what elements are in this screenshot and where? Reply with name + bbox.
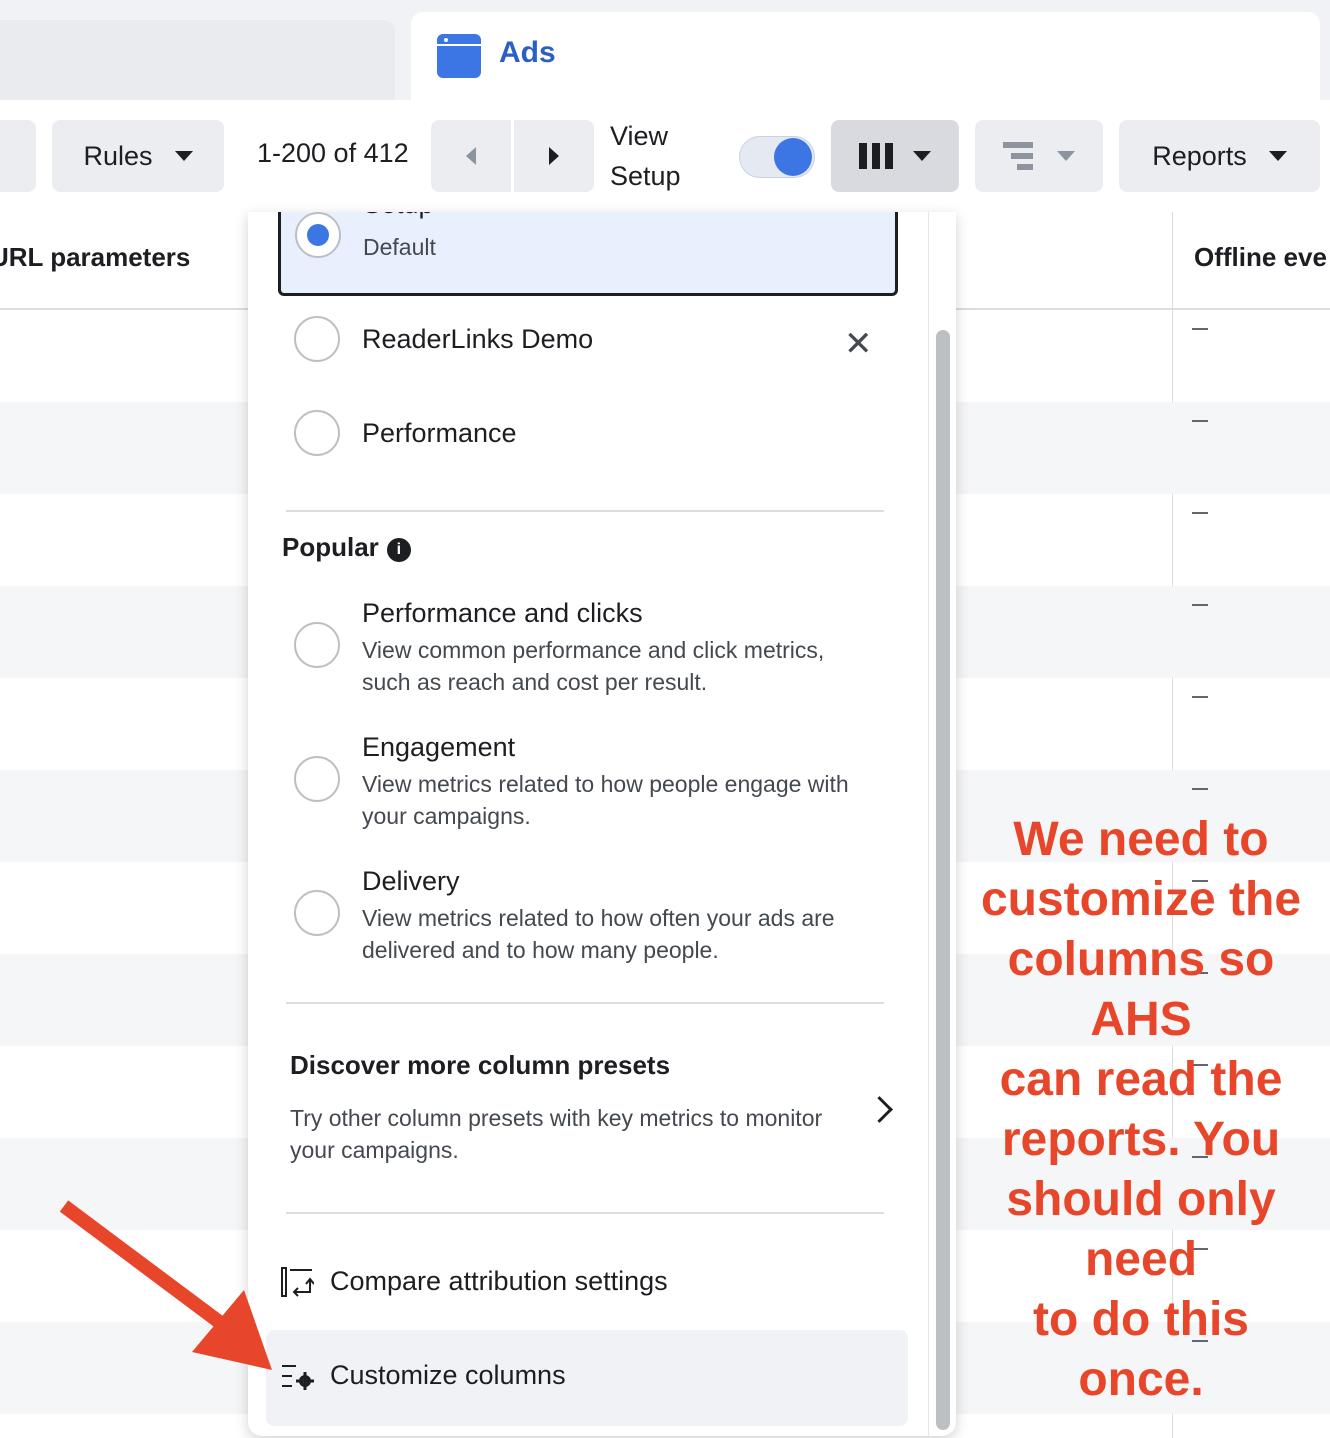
breakdown-icon	[1003, 142, 1033, 170]
tab-ads[interactable]: Ads	[411, 12, 1320, 112]
radio-button[interactable]	[294, 622, 340, 668]
radio-button[interactable]	[294, 890, 340, 936]
annotation-note: We need to customize the columns so AHS …	[980, 813, 1302, 1406]
pagination-range: 1-200 of 412	[257, 138, 409, 168]
tab-campaigns[interactable]	[0, 20, 395, 110]
radio-button[interactable]	[294, 410, 340, 456]
menu-scrollbar[interactable]	[936, 330, 950, 1430]
chevron-right-icon	[866, 1096, 893, 1123]
radio-selected[interactable]	[295, 212, 341, 258]
toolbar: Rules 1-200 of 412 View Setup Reports	[0, 100, 1330, 212]
preset-subtitle: Default	[363, 234, 436, 260]
radio-button[interactable]	[294, 756, 340, 802]
caret-down-icon	[1268, 151, 1287, 161]
view-setup-toggle[interactable]	[739, 136, 815, 178]
close-icon[interactable]: ✕	[844, 324, 873, 364]
empty-cell	[1192, 696, 1208, 698]
caret-down-icon	[1057, 151, 1075, 161]
customize-columns-item[interactable]: Customize columns	[266, 1330, 908, 1426]
compare-attribution-icon	[281, 1267, 314, 1297]
preset-option-setup[interactable]: Setup Default	[278, 212, 898, 296]
empty-cell	[1192, 512, 1208, 514]
column-presets-menu: Setup Default ReaderLinks Demo ✕ Perform…	[248, 212, 956, 1436]
chevron-right-icon	[549, 147, 559, 165]
column-header-url-parameters[interactable]: URL parameters	[0, 242, 190, 273]
info-icon[interactable]: i	[386, 538, 411, 562]
caret-down-icon	[913, 151, 931, 161]
empty-cell	[1192, 420, 1208, 422]
discover-title: Discover more column presets	[290, 1050, 671, 1080]
caret-down-icon	[174, 151, 193, 161]
empty-cell	[1192, 788, 1208, 790]
radio-button[interactable]	[294, 316, 340, 362]
customize-columns-icon	[282, 1365, 314, 1390]
view-setup-label: View Setup	[610, 121, 681, 191]
columns-button[interactable]	[831, 120, 959, 192]
columns-icon	[859, 143, 893, 169]
empty-cell	[1192, 328, 1208, 330]
reports-label: Reports	[1152, 140, 1247, 171]
partial-dropdown-button[interactable]	[0, 120, 36, 192]
chevron-left-icon	[466, 147, 476, 165]
next-page-button[interactable]	[514, 120, 594, 192]
rules-button[interactable]: Rules	[52, 120, 224, 192]
column-header-offline-events[interactable]: Offline eve	[1194, 242, 1327, 273]
popular-heading: Popular i	[282, 532, 411, 563]
tab-ads-label: Ads	[499, 36, 556, 69]
preset-title: Setup	[363, 212, 434, 220]
empty-cell	[1192, 604, 1208, 606]
previous-page-button[interactable]	[431, 120, 511, 192]
rules-label: Rules	[83, 140, 153, 171]
ads-icon	[437, 34, 481, 78]
breakdown-button[interactable]	[975, 120, 1103, 192]
reports-button[interactable]: Reports	[1119, 120, 1320, 192]
